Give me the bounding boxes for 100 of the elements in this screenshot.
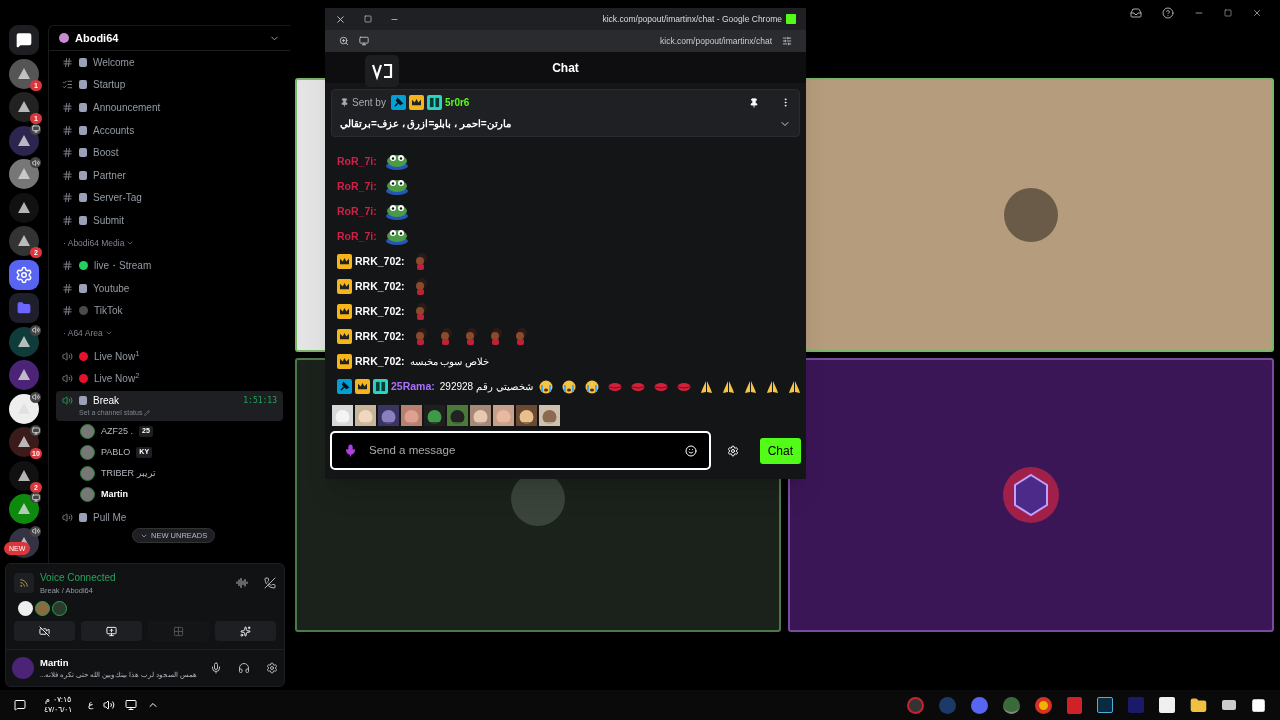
- close-icon[interactable]: [1252, 7, 1262, 18]
- settings-icon[interactable]: [266, 662, 278, 674]
- emote-icon[interactable]: [447, 405, 468, 426]
- address-bar[interactable]: kick.com/popout/imartinx/chat: [660, 34, 772, 48]
- server-icon[interactable]: [9, 427, 39, 457]
- channel-item[interactable]: TikTok: [56, 299, 283, 323]
- channel-item[interactable]: Boost: [56, 141, 283, 164]
- emote-icon[interactable]: [516, 405, 537, 426]
- volume-icon[interactable]: [103, 699, 116, 711]
- channel-item[interactable]: Live Now$^{2}$: [56, 367, 283, 390]
- channel-item[interactable]: Accounts: [56, 118, 283, 142]
- close-icon[interactable]: [335, 13, 346, 25]
- server-icon[interactable]: [9, 159, 39, 189]
- member-name[interactable]: TRIBER تريبر: [101, 466, 156, 481]
- channel-name: Server-Tag: [93, 191, 142, 206]
- server-name[interactable]: Abodi64: [75, 29, 119, 47]
- zoom-icon[interactable]: [339, 36, 349, 46]
- speaker-icon: [62, 395, 73, 407]
- soundboard-button[interactable]: [215, 621, 276, 641]
- lips-icon: [630, 381, 645, 392]
- network-icon[interactable]: [125, 699, 138, 711]
- server-icon[interactable]: [9, 326, 39, 357]
- site-settings-icon[interactable]: [782, 36, 792, 46]
- chat-button[interactable]: Chat: [759, 437, 801, 464]
- server-icon[interactable]: [9, 58, 39, 89]
- camera-button[interactable]: [14, 621, 75, 641]
- channel-item[interactable]: Submit: [56, 209, 283, 232]
- pinned-text: مارتن=احمر ، بابلو=ازرق ، عزف=برتقالي: [340, 117, 511, 131]
- unpin-icon[interactable]: [749, 97, 759, 108]
- start-icon[interactable]: [1251, 697, 1266, 713]
- crying-face-icon: [561, 379, 576, 394]
- browser-icon[interactable]: [1003, 696, 1020, 714]
- message-field[interactable]: Send a message: [369, 441, 673, 460]
- hash-icon: [62, 260, 73, 272]
- recorder-icon[interactable]: [907, 696, 924, 714]
- app-icon[interactable]: [1067, 696, 1082, 714]
- volume-icon: [31, 527, 40, 535]
- username[interactable]: RRK_702:: [355, 303, 405, 320]
- username[interactable]: RRK_702:: [355, 253, 405, 270]
- inbox-icon[interactable]: [1130, 6, 1142, 19]
- logo-icon[interactable]: [365, 55, 399, 87]
- clock-date[interactable]: ٤٧/٠٦/٠١: [44, 705, 73, 715]
- username[interactable]: RRK_702:: [355, 328, 405, 345]
- home-button[interactable]: [9, 25, 39, 55]
- category-label[interactable]: · Abodi64 Media: [63, 236, 125, 250]
- server-icon[interactable]: [9, 360, 39, 390]
- category-label[interactable]: · A64 Area: [63, 327, 103, 340]
- username[interactable]: RRK_702:: [355, 278, 405, 295]
- message-input[interactable]: Send a message: [330, 431, 711, 470]
- folder-button[interactable]: [9, 293, 39, 323]
- avatar[interactable]: [18, 601, 33, 616]
- server-icon[interactable]: [9, 494, 39, 524]
- server-icon[interactable]: [9, 192, 39, 223]
- headphones-icon[interactable]: [238, 662, 250, 674]
- activities-icon: [173, 625, 184, 637]
- monitor-icon: [31, 125, 40, 133]
- disconnect-icon[interactable]: [264, 576, 276, 589]
- server-icon[interactable]: [9, 125, 39, 156]
- notifications-icon[interactable]: [14, 699, 26, 711]
- channel-item[interactable]: Pull Me: [56, 505, 283, 529]
- channel-item[interactable]: Welcome: [56, 51, 283, 74]
- username[interactable]: RRK_702:: [355, 353, 405, 370]
- channel-item[interactable]: Server-Tag: [56, 186, 283, 210]
- maximize-icon[interactable]: [364, 15, 372, 23]
- emote-icon[interactable]: [539, 405, 560, 426]
- username[interactable]: 25Rama:: [391, 378, 435, 395]
- editor-icon[interactable]: [1097, 697, 1113, 713]
- username[interactable]: 5r0r6: [444, 95, 470, 110]
- channel-item[interactable]: Partner: [56, 163, 283, 187]
- server-icon[interactable]: [9, 92, 39, 122]
- crown-badge: [337, 279, 352, 294]
- mic-icon[interactable]: [210, 662, 222, 674]
- clock-time[interactable]: ٠٧:١٥ م: [45, 695, 71, 705]
- monitor-icon: [31, 426, 40, 435]
- voice-status[interactable]: Voice Connected: [40, 569, 116, 585]
- emote-icon[interactable]: [424, 405, 445, 426]
- folder-icon[interactable]: [1190, 696, 1207, 714]
- channel-item[interactable]: Youtube: [56, 276, 283, 300]
- server-icon[interactable]: [9, 460, 39, 491]
- member-name[interactable]: AZF25 .: [101, 424, 133, 439]
- server-icon[interactable]: [9, 226, 39, 256]
- emote-icon[interactable]: [378, 405, 399, 426]
- member-name[interactable]: Martin: [101, 487, 128, 502]
- channel-item[interactable]: Announcement: [56, 96, 283, 119]
- server-icon[interactable]: [9, 259, 39, 290]
- cast-icon[interactable]: [359, 36, 369, 46]
- maximize-icon[interactable]: [1224, 8, 1232, 17]
- pinned-label: Sent by: [352, 96, 386, 110]
- noise-icon[interactable]: [236, 576, 248, 589]
- chrome-icon[interactable]: [1035, 696, 1052, 714]
- hash-icon: [62, 147, 73, 159]
- member-name[interactable]: PABLO: [101, 445, 131, 460]
- help-icon[interactable]: [1162, 6, 1174, 19]
- share-screen-button[interactable]: [81, 621, 142, 641]
- channel-item[interactable]: live・Stream: [56, 254, 283, 277]
- channel-item[interactable]: Live Now$^{1}$: [56, 344, 283, 368]
- language-indicator[interactable]: ع: [88, 698, 94, 712]
- server-icon[interactable]: [9, 393, 39, 424]
- app-icon[interactable]: [1222, 700, 1236, 710]
- channel-item[interactable]: Startup: [56, 73, 283, 97]
